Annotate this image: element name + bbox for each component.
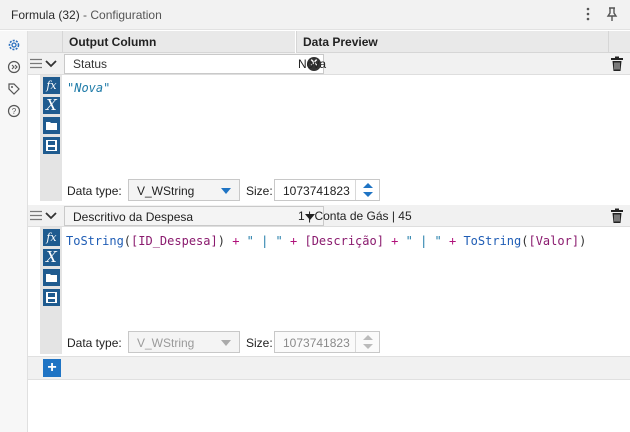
data-type-select[interactable]: V_WString: [128, 179, 240, 201]
chevron-down-icon: [221, 340, 231, 346]
size-input[interactable]: 1073741823: [274, 179, 380, 201]
more-vertical-icon[interactable]: [580, 6, 596, 22]
chevron-down-icon[interactable]: [44, 210, 58, 222]
expression-token: ToString: [66, 234, 124, 248]
expression-editor[interactable]: "Nova": [62, 75, 630, 175]
expression-token: ): [579, 234, 587, 248]
data-type-value: V_WString: [137, 184, 195, 198]
window-subtitle: - Configuration: [83, 8, 162, 22]
stepper-up-icon[interactable]: [363, 183, 373, 188]
header-data-preview-label: Data Preview: [303, 35, 378, 49]
stepper-down-icon[interactable]: [363, 192, 373, 197]
size-stepper[interactable]: [355, 332, 379, 352]
open-folder-icon[interactable]: [43, 269, 60, 286]
header-data-preview[interactable]: Data Preview: [296, 31, 608, 53]
variable-icon[interactable]: X: [43, 97, 60, 114]
save-icon[interactable]: [43, 137, 60, 154]
gear-icon[interactable]: [7, 38, 21, 52]
expression-token: " | ": [405, 234, 442, 248]
delete-icon[interactable]: [610, 56, 624, 72]
delete-icon[interactable]: [610, 208, 624, 224]
tag-icon[interactable]: [7, 82, 21, 96]
size-label: Size:: [246, 184, 273, 198]
data-type-row: Data type: V_WString Size: 1073741823: [62, 177, 630, 203]
expression-token: (: [123, 234, 132, 248]
expression-token: [Descrição]: [304, 234, 384, 248]
chevron-down-icon[interactable]: [44, 58, 58, 70]
expression-token: " | ": [246, 234, 283, 248]
size-value: 1073741823: [283, 184, 350, 198]
size-label: Size:: [246, 336, 273, 350]
expression-token: +: [224, 234, 247, 248]
function-icon[interactable]: fx: [43, 77, 60, 94]
header-spacer: [28, 31, 62, 53]
expression-text[interactable]: ToString([ID_Despesa]) + " | " + [Descri…: [66, 234, 586, 248]
header-output-column[interactable]: Output Column: [62, 31, 295, 53]
data-type-value: V_WString: [137, 336, 195, 350]
window-title: Formula (32) - Configuration: [11, 8, 162, 22]
variable-icon[interactable]: X: [43, 249, 60, 266]
stepper-up-icon[interactable]: [363, 335, 373, 340]
size-stepper[interactable]: [355, 180, 379, 200]
output-field-value: Descritivo da Despesa: [73, 210, 194, 224]
header-output-column-label: Output Column: [69, 35, 157, 49]
drag-handle-icon[interactable]: [30, 210, 42, 221]
output-field-text[interactable]: [65, 55, 295, 73]
expression-token: [Valor]: [528, 234, 580, 248]
data-preview-value: Nova: [298, 57, 327, 71]
drag-handle-icon[interactable]: [30, 58, 42, 69]
chevron-down-icon: [221, 188, 231, 194]
connections-icon[interactable]: [7, 60, 21, 74]
output-field-select[interactable]: Descritivo da Despesa: [64, 206, 324, 226]
title-bar: Formula (32) - Configuration: [0, 0, 630, 30]
open-folder-icon[interactable]: [43, 117, 60, 134]
data-type-select[interactable]: V_WString: [128, 331, 240, 353]
help-icon[interactable]: ?: [7, 104, 21, 118]
expression-token: +: [282, 234, 305, 248]
pin-icon[interactable]: [604, 6, 620, 22]
expression-token: +: [441, 234, 464, 248]
left-nav: ?: [0, 31, 28, 432]
expression-token: ): [217, 234, 225, 248]
expression-toolbar: fx X: [40, 75, 62, 201]
data-type-label: Data type:: [67, 184, 122, 198]
expression-editor[interactable]: ToString([ID_Despesa]) + " | " + [Descri…: [62, 227, 630, 327]
data-preview-value: 1 | Conta de Gás | 45: [298, 209, 412, 223]
formula-row-2: Descritivo da Despesa 1 | Conta de Gás |…: [28, 205, 630, 227]
expression-token: +: [383, 234, 406, 248]
formula-row-1: ✕ Nova: [28, 53, 630, 75]
function-icon[interactable]: fx: [43, 229, 60, 246]
output-field-input[interactable]: ✕: [64, 54, 324, 74]
expression-text[interactable]: "Nova": [67, 81, 110, 95]
expression-toolbar: fx X: [40, 227, 62, 354]
save-icon[interactable]: [43, 289, 60, 306]
add-formula-button[interactable]: +: [43, 359, 61, 377]
stepper-down-icon[interactable]: [363, 344, 373, 349]
data-type-label: Data type:: [67, 336, 122, 350]
add-row-strip: [28, 356, 630, 380]
size-value: 1073741823: [283, 336, 350, 350]
expression-token: [ID_Despesa]: [131, 234, 218, 248]
header-end: [608, 31, 630, 53]
data-type-row: Data type: V_WString Size: 1073741823: [62, 329, 630, 355]
size-input[interactable]: 1073741823: [274, 331, 380, 353]
window-title-text: Formula (32): [11, 8, 80, 22]
expression-token: ToString: [463, 234, 522, 248]
svg-text:?: ?: [12, 107, 17, 116]
